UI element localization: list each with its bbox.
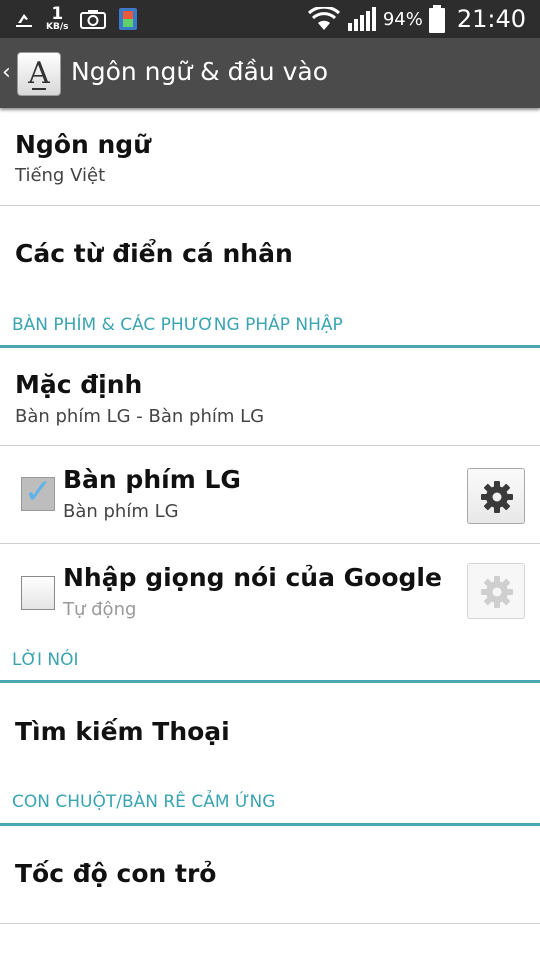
voice-search-title: Tìm kiếm Thoại <box>15 717 230 746</box>
status-left: 1 KB/s <box>14 4 138 34</box>
google-voice-title: Nhập giọng nói của Google <box>63 563 442 592</box>
google-voice-subtitle: Tự động <box>63 599 137 620</box>
lg-keyboard-settings-button[interactable] <box>467 468 525 524</box>
section-header-mouse-label: CON CHUỘT/BÀN RÊ CẢM ỨNG <box>12 792 276 812</box>
google-voice-settings-button[interactable] <box>467 563 525 619</box>
language-subtitle: Tiếng Việt <box>15 165 106 186</box>
app-icon-glyph: A <box>28 56 50 91</box>
usb-icon <box>16 14 32 27</box>
google-voice-item[interactable]: Nhập giọng nói của Google Tự động <box>0 544 540 640</box>
action-bar: ‹ A Ngôn ngữ & đầu vào <box>0 38 540 108</box>
language-settings-app-icon[interactable]: A <box>17 52 61 96</box>
screenshot-icon <box>80 10 107 29</box>
default-keyboard-title: Mặc định <box>15 370 143 399</box>
default-keyboard-item[interactable]: Mặc định Bàn phím LG - Bàn phím LG <box>0 348 540 446</box>
google-voice-checkbox[interactable] <box>21 576 55 610</box>
settings-gear-icon <box>481 481 513 513</box>
section-header-keyboard-label: BÀN PHÍM & CÁC PHƯƠNG PHÁP NHẬP <box>12 315 343 335</box>
lg-keyboard-checkbox[interactable]: ✓ <box>21 472 55 512</box>
default-keyboard-subtitle: Bàn phím LG - Bàn phím LG <box>15 406 265 427</box>
lg-keyboard-subtitle: Bàn phím LG <box>63 501 179 522</box>
app-icon-underline <box>32 88 46 90</box>
language-item[interactable]: Ngôn ngữ Tiếng Việt <box>0 108 540 206</box>
data-rate: 1 KB/s <box>46 6 68 32</box>
voice-search-item[interactable]: Tìm kiếm Thoại <box>0 683 540 782</box>
pointer-speed-title: Tốc độ con trỏ <box>15 859 217 888</box>
section-header-speech: LỜI NÓI <box>0 640 540 683</box>
data-rate-value: 1 <box>51 4 64 24</box>
checkmark-icon: ✓ <box>24 472 53 512</box>
battery-icon <box>428 5 445 33</box>
battery-app-icon <box>119 8 138 30</box>
back-arrow-icon[interactable]: ‹ <box>2 60 11 85</box>
personal-dictionary-title: Các từ điển cá nhân <box>15 239 293 268</box>
pointer-speed-item[interactable]: Tốc độ con trỏ <box>0 826 540 924</box>
status-right: 94% 21:40 <box>307 4 526 34</box>
language-title: Ngôn ngữ <box>15 130 151 159</box>
settings-list: Ngôn ngữ Tiếng Việt Các từ điển cá nhân … <box>0 108 540 924</box>
section-header-mouse: CON CHUỘT/BÀN RÊ CẢM ỨNG <box>0 782 540 826</box>
section-header-keyboard: BÀN PHÍM & CÁC PHƯƠNG PHÁP NHẬP <box>0 305 540 348</box>
section-header-speech-label: LỜI NÓI <box>12 650 79 670</box>
status-bar: 1 KB/s 94% 21:40 <box>0 0 540 38</box>
wifi-icon <box>307 7 340 30</box>
signal-icon <box>347 7 376 31</box>
lg-keyboard-title: Bàn phím LG <box>63 465 241 494</box>
personal-dictionary-item[interactable]: Các từ điển cá nhân <box>0 206 540 305</box>
page-title: Ngôn ngữ & đầu vào <box>71 57 328 86</box>
data-rate-unit: KB/s <box>46 22 69 32</box>
settings-gear-icon <box>481 576 513 608</box>
battery-percent: 94% <box>382 8 423 30</box>
clock: 21:40 <box>456 5 526 33</box>
lg-keyboard-item[interactable]: ✓ Bàn phím LG Bàn phím LG <box>0 446 540 544</box>
